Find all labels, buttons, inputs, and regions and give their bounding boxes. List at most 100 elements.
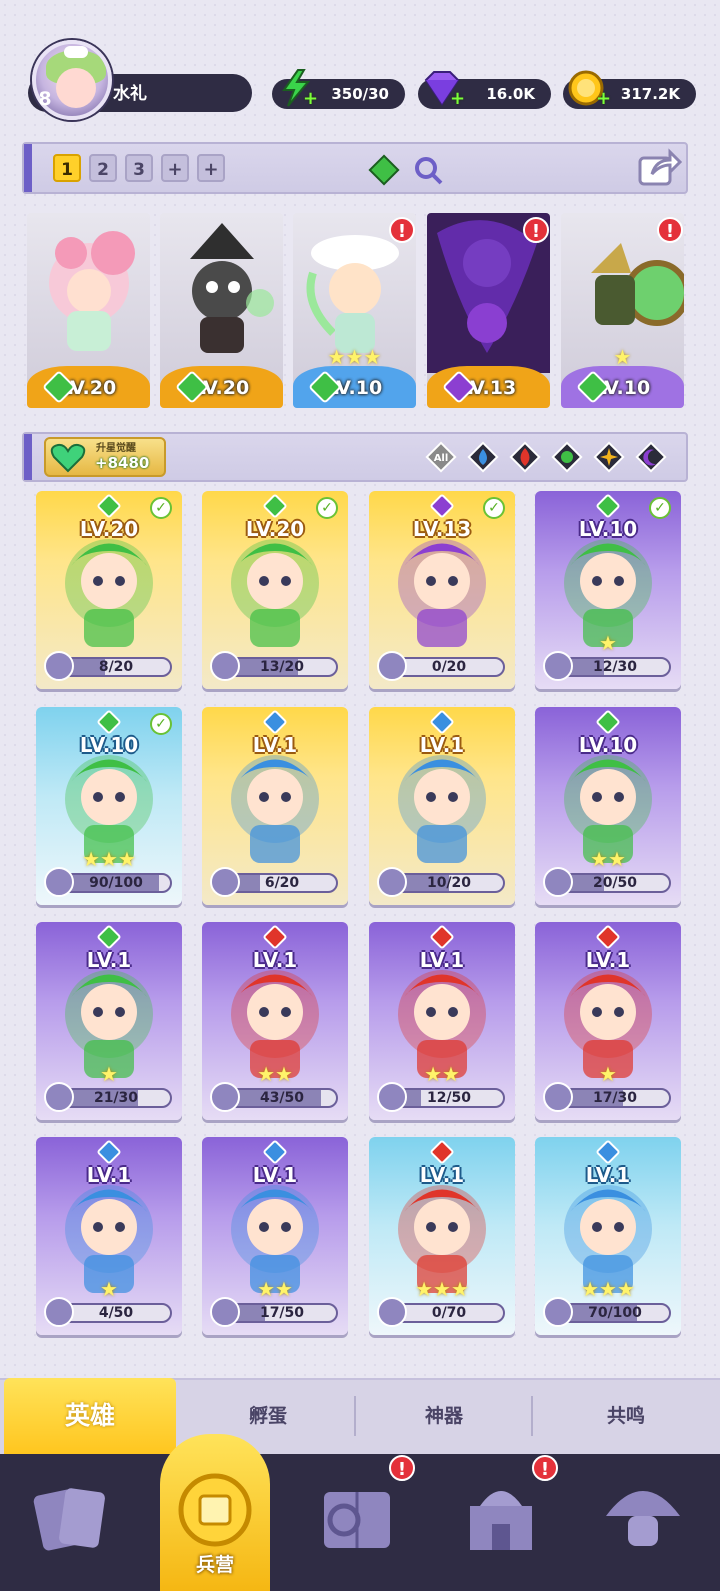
- nature-element-icon: [96, 493, 122, 519]
- hero-level: LV.10: [578, 733, 638, 757]
- tab-resonance[interactable]: 共鸣: [532, 1378, 720, 1454]
- spellbook-icon[interactable]: [312, 1470, 402, 1570]
- share-icon[interactable]: [638, 148, 682, 188]
- nature-element-icon: [262, 493, 288, 519]
- castle-icon[interactable]: [456, 1470, 546, 1570]
- fire-filter-icon[interactable]: [508, 440, 542, 474]
- hero-card[interactable]: ✓ LV.20 8/20: [36, 491, 182, 689]
- add-gold-icon[interactable]: +: [596, 90, 611, 108]
- heart-icon: [50, 443, 86, 473]
- shard-progress-bar: 21/30: [60, 1088, 172, 1108]
- water-filter-icon[interactable]: [466, 440, 500, 474]
- shard-progress-text: 17/50: [259, 1305, 305, 1321]
- check-icon: ✓: [483, 497, 505, 519]
- shard-icon: [543, 1082, 573, 1112]
- filter-all-label: All: [434, 453, 449, 464]
- search-icon[interactable]: [412, 154, 444, 186]
- hero-card[interactable]: LV.1 ★★★ 70/100: [535, 1137, 681, 1335]
- hero-card[interactable]: ✓ LV.13 0/20: [369, 491, 515, 689]
- hero-card[interactable]: LV.1 ★ 21/30: [36, 922, 182, 1120]
- add-team-slot-button[interactable]: +: [161, 154, 189, 182]
- nature-element-icon: [96, 924, 122, 950]
- filter-all-icon[interactable]: All: [424, 440, 458, 474]
- team-slot-1[interactable]: 1: [53, 154, 81, 182]
- nature-filter-icon[interactable]: [550, 440, 584, 474]
- team-slot-3[interactable]: 3: [125, 154, 153, 182]
- fire-element-icon: [429, 1139, 455, 1165]
- nature-element-icon[interactable]: [366, 152, 402, 188]
- nature-element-icon: [96, 709, 122, 735]
- hero-card[interactable]: LV.10 ★★ 20/50: [535, 707, 681, 905]
- shard-progress-bar: 20/50: [559, 873, 671, 893]
- hero-level: LV.1: [252, 948, 298, 972]
- nature-element-icon: [595, 709, 621, 735]
- hero-level: LV.1: [419, 948, 465, 972]
- shard-icon: [377, 1297, 407, 1327]
- fire-element-icon: [429, 924, 455, 950]
- team-slot-2[interactable]: 2: [89, 154, 117, 182]
- shard-progress-text: 17/30: [592, 1090, 638, 1106]
- hero-card[interactable]: LV.1 10/20: [369, 707, 515, 905]
- shard-progress-text: 13/20: [259, 659, 305, 675]
- shard-progress-text: 8/20: [98, 659, 134, 675]
- team-hero-2[interactable]: LV.20: [160, 213, 283, 408]
- hero-card[interactable]: LV.1 ★★ 12/50: [369, 922, 515, 1120]
- team-hero-4[interactable]: LV.13 !: [427, 213, 550, 408]
- water-element-icon: [429, 709, 455, 735]
- player-name: 水礼: [113, 84, 147, 104]
- hero-level: LV.1: [419, 733, 465, 757]
- hero-card[interactable]: LV.1 ★★★ 0/70: [369, 1137, 515, 1335]
- hero-level: LV.20: [79, 517, 139, 541]
- hero-card[interactable]: LV.1 6/20: [202, 707, 348, 905]
- top-status-bar: 8 水礼 350/30 16.0K 317.2K + + +: [0, 0, 720, 130]
- shard-progress-text: 0/70: [431, 1305, 467, 1321]
- hero-card[interactable]: ✓ LV.10 ★★★ 90/100: [36, 707, 182, 905]
- hero-card[interactable]: LV.1 ★ 17/30: [535, 922, 681, 1120]
- shard-progress-bar: 70/100: [559, 1303, 671, 1323]
- alert-badge: !: [657, 217, 683, 243]
- shard-icon: [44, 1082, 74, 1112]
- add-gem-icon[interactable]: +: [450, 90, 465, 108]
- hero-level: LV.1: [86, 1163, 132, 1187]
- tab-artifacts[interactable]: 神器: [356, 1378, 532, 1454]
- hero-card[interactable]: LV.1 ★★ 17/50: [202, 1137, 348, 1335]
- dark-filter-icon[interactable]: [634, 440, 668, 474]
- shard-progress-bar: 0/20: [393, 657, 505, 677]
- team-hero-1[interactable]: LV.20: [27, 213, 150, 408]
- shard-icon: [44, 1297, 74, 1327]
- tab-heroes[interactable]: 英雄: [4, 1378, 176, 1454]
- shard-progress-bar: 43/50: [226, 1088, 338, 1108]
- hero-card[interactable]: LV.1 ★ 4/50: [36, 1137, 182, 1335]
- cards-icon[interactable]: [28, 1470, 118, 1570]
- shard-icon: [210, 867, 240, 897]
- hero-level: LV.1: [86, 948, 132, 972]
- hero-card[interactable]: ✓ LV.20 13/20: [202, 491, 348, 689]
- shard-icon: [210, 1082, 240, 1112]
- add-energy-icon[interactable]: +: [303, 90, 318, 108]
- awaken-value: +8480: [95, 454, 150, 472]
- star-rating: ★★★: [327, 345, 382, 369]
- player-level: 8: [38, 88, 52, 110]
- shard-progress-bar: 0/70: [393, 1303, 505, 1323]
- water-element-icon: [96, 1139, 122, 1165]
- awaken-title: 升星觉醒: [96, 443, 136, 454]
- hero-portrait: [49, 231, 135, 351]
- dark-element-icon: [429, 493, 455, 519]
- shard-progress-text: 12/30: [592, 659, 638, 675]
- hero-card[interactable]: LV.1 ★★ 43/50: [202, 922, 348, 1120]
- mushroom-icon[interactable]: [598, 1470, 688, 1570]
- shard-progress-bar: 12/50: [393, 1088, 505, 1108]
- team-hero-3[interactable]: LV.10 ★★★ !: [293, 213, 416, 408]
- light-filter-icon[interactable]: [592, 440, 626, 474]
- shard-progress-bar: 17/50: [226, 1303, 338, 1323]
- shard-icon: [44, 651, 74, 681]
- shard-progress-text: 12/50: [426, 1090, 472, 1106]
- team-hero-5[interactable]: LV.10 ★ !: [561, 213, 684, 408]
- hero-card[interactable]: ✓ LV.10 ★ 12/30: [535, 491, 681, 689]
- shard-icon: [377, 651, 407, 681]
- shard-progress-bar: 8/20: [60, 657, 172, 677]
- hero-level: LV.1: [252, 1163, 298, 1187]
- shard-progress-bar: 10/20: [393, 873, 505, 893]
- check-icon: ✓: [150, 713, 172, 735]
- add-team-slot-button[interactable]: +: [197, 154, 225, 182]
